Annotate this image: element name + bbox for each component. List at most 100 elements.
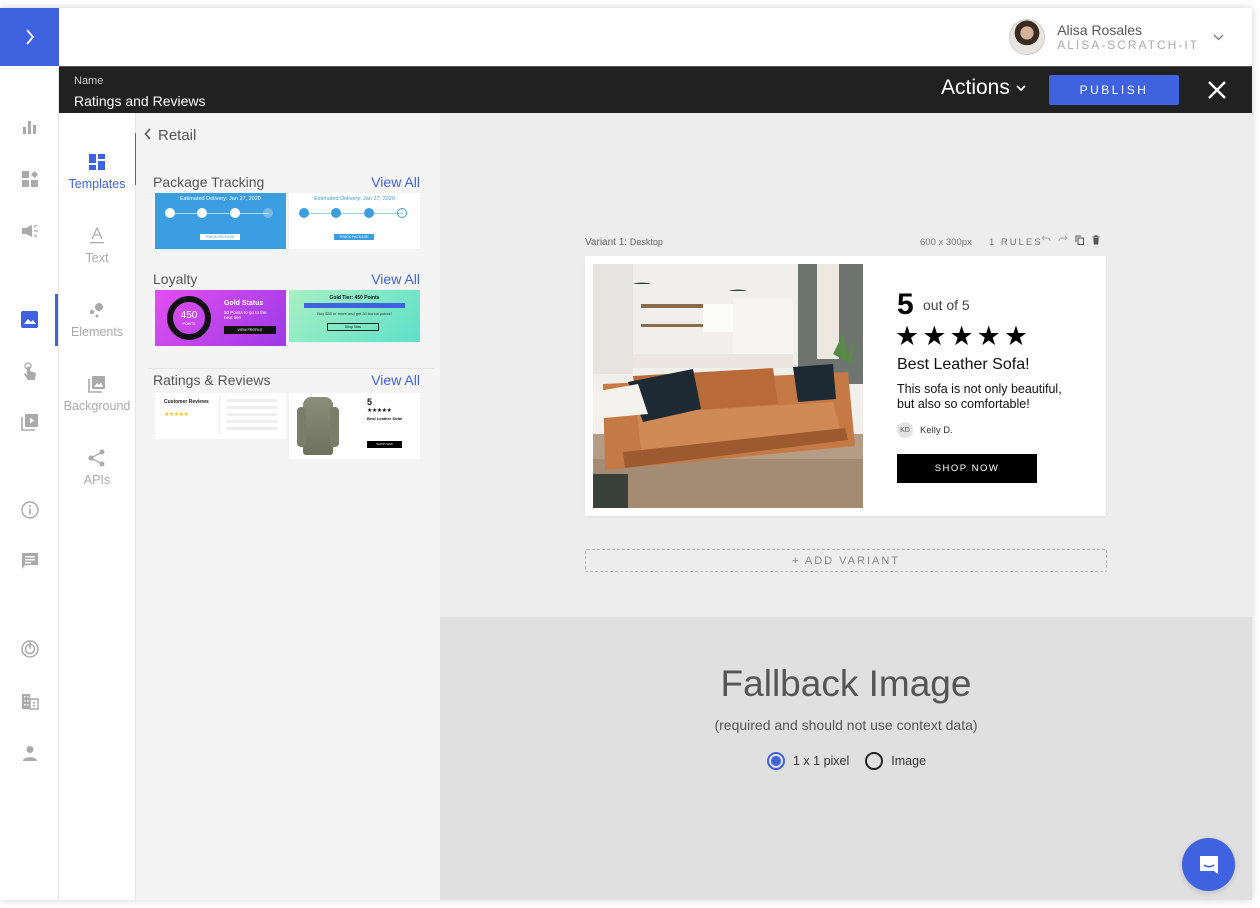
fallback-option-image[interactable]: Image: [865, 752, 926, 770]
thumb-button: SHOP NOW: [367, 441, 402, 448]
thumb-heading: Gold Status: [224, 300, 264, 307]
expand-rail-button[interactable]: [0, 8, 59, 66]
variant-size: 600 x 300px: [920, 237, 972, 248]
name-label: Name: [74, 75, 104, 87]
view-all-link[interactable]: View All: [371, 174, 420, 190]
user-avatar: [1009, 19, 1046, 55]
tool-text[interactable]: Text: [59, 227, 135, 265]
thumb-heading: Estimated Delivery: Jan 27, 2020: [314, 196, 395, 202]
tool-apis[interactable]: APIs: [59, 449, 135, 487]
tool-label: Templates: [68, 177, 126, 191]
info-icon: [20, 501, 39, 519]
tool-label: Background: [63, 399, 131, 413]
template-thumb-loyalty-purple[interactable]: 450 POINTS Gold Status 50 Points to go t…: [155, 290, 286, 346]
option-label: 1 x 1 pixel: [793, 754, 850, 768]
variant-header: Variant 1: Desktop 600 x 300px 1 RULES: [585, 235, 1107, 251]
thumb-heading: Customer Reviews: [164, 399, 209, 405]
campaign-name[interactable]: Ratings and Reviews: [74, 93, 206, 109]
star-rating: ★ ★ ★ ★ ★: [895, 323, 1031, 350]
redo-icon[interactable]: [1058, 235, 1068, 246]
rail-campaigns[interactable]: [0, 216, 59, 246]
share-icon: [88, 449, 105, 467]
editor-tool-nav: Templates Text Elements Background APIs: [59, 113, 138, 900]
actions-menu-button[interactable]: Actions: [941, 76, 1026, 100]
chevron-right-icon: [25, 29, 34, 45]
rail-targeting[interactable]: [0, 634, 59, 664]
author-name: Kelly D.: [920, 424, 953, 436]
rail-analytics[interactable]: [0, 112, 59, 142]
star-icon: ★: [895, 321, 920, 351]
thumb-heading: Estimated Delivery: Jan 27, 2020: [180, 196, 261, 202]
undo-icon[interactable]: [1041, 235, 1051, 246]
section-loyalty: Loyalty View All 450 POINTS Gold Status …: [148, 271, 420, 351]
elements-icon: [89, 303, 103, 318]
rail-organization[interactable]: [0, 686, 59, 716]
fallback-option-pixel[interactable]: 1 x 1 pixel: [767, 752, 849, 770]
publish-button[interactable]: PUBLISH: [1049, 75, 1179, 105]
variant-title: Variant 1: Desktop: [585, 237, 663, 248]
chat-icon: [21, 553, 38, 569]
duplicate-icon[interactable]: [1075, 235, 1084, 248]
tool-elements[interactable]: Elements: [59, 301, 135, 339]
template-thumb-customer-reviews[interactable]: Customer Reviews ★★★★★: [155, 393, 286, 439]
user-org: ALISA-SCRATCH-IT: [1057, 38, 1199, 52]
section-ratings-reviews: Ratings & Reviews View All Customer Revi…: [148, 372, 420, 462]
building-icon: [21, 693, 39, 710]
rating-out-of: out of 5: [923, 297, 970, 313]
shop-now-button[interactable]: SHOP NOW: [897, 454, 1037, 483]
rail-content[interactable]: [0, 294, 59, 346]
variant-banner-preview[interactable]: 5 out of 5 ★ ★ ★ ★ ★ Best Leather Sofa! …: [585, 256, 1106, 516]
rail-interactions[interactable]: [0, 357, 59, 387]
thumb-button: TRACK PACKAGE: [334, 234, 374, 240]
thumb-button: Shop Now: [327, 323, 379, 331]
thumb-button: VIEW PROFILE: [224, 326, 276, 334]
rail-dashboard[interactable]: [0, 164, 59, 194]
template-thumb-package-white[interactable]: Estimated Delivery: Jan 27, 2020 TRACK P…: [289, 193, 420, 249]
star-icon: ★: [1003, 321, 1029, 351]
rail-info[interactable]: [0, 495, 59, 525]
rail-media[interactable]: [0, 407, 59, 437]
templates-icon: [89, 154, 105, 170]
tool-label: APIs: [83, 473, 111, 487]
left-rail: [0, 8, 59, 900]
back-button[interactable]: Retail: [144, 127, 196, 144]
video-library-icon: [20, 414, 38, 431]
star-icon: ★: [922, 321, 947, 351]
view-all-link[interactable]: View All: [371, 372, 420, 388]
bar-chart-icon: [22, 121, 36, 134]
rail-feedback[interactable]: [0, 546, 59, 576]
tool-templates[interactable]: Templates: [59, 133, 138, 191]
person-icon: [22, 746, 37, 761]
divider: [148, 368, 434, 369]
touch-icon: [23, 362, 36, 380]
name-bar: Name Ratings and Reviews Actions PUBLISH: [59, 66, 1252, 113]
fallback-image-section: Fallback Image (required and should not …: [440, 617, 1252, 900]
radio-unselected[interactable]: [865, 752, 884, 770]
radio-selected[interactable]: [767, 752, 785, 770]
user-menu[interactable]: Alisa Rosales ALISA-SCRATCH-IT: [1009, 19, 1224, 55]
rail-account[interactable]: [0, 738, 59, 768]
template-thumb-loyalty-green[interactable]: Gold Tier: 450 Points Buy $50 or more an…: [289, 290, 420, 342]
add-variant-button[interactable]: + ADD VARIANT: [585, 549, 1107, 572]
megaphone-icon: [21, 224, 38, 238]
view-all-link[interactable]: View All: [371, 271, 420, 287]
template-thumb-package-blue[interactable]: Estimated Delivery: Jan 27, 2020 TRACK P…: [155, 193, 286, 249]
review-headline: Best Leather Sofa!: [897, 356, 1030, 373]
close-button[interactable]: [1204, 77, 1230, 103]
template-thumb-rating-banner[interactable]: 5 ★★★★★ Best Leather Sofa! SHOP NOW: [289, 393, 420, 459]
tool-label: Elements: [70, 325, 124, 339]
target-icon: [20, 640, 39, 658]
rules-count-button[interactable]: 1 RULES: [989, 237, 1043, 248]
tool-background[interactable]: Background: [59, 375, 135, 413]
support-chat-button[interactable]: [1182, 838, 1235, 891]
background-icon: [88, 376, 105, 393]
fallback-title: Fallback Image: [720, 663, 972, 704]
star-icon: ★: [976, 321, 1001, 351]
delete-icon[interactable]: [1092, 235, 1100, 248]
thumb-heading: Best Leather Sofa!: [367, 416, 403, 421]
chat-bubble-icon: [1199, 855, 1218, 874]
section-title: Package Tracking: [153, 174, 265, 190]
text-icon: [90, 227, 104, 244]
fallback-subtitle: (required and should not use context dat…: [714, 717, 978, 733]
star-icon: ★: [949, 321, 974, 351]
